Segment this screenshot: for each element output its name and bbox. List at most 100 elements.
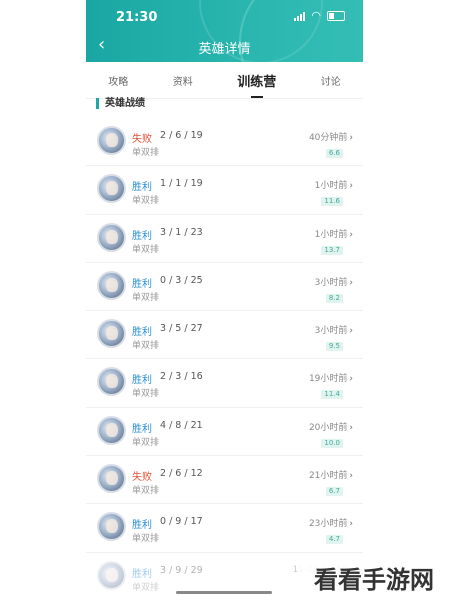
home-indicator <box>176 591 272 594</box>
header-bar: 21:30 ◠ ‹ 英雄详情 <box>86 0 363 114</box>
hero-avatar <box>97 560 126 590</box>
match-score-badge: 11.6 <box>321 197 343 207</box>
match-time-text: 3小时前 <box>314 277 348 288</box>
match-row[interactable]: 胜利 3 / 1 / 23 单双排 1小时前 › 13.7 <box>86 215 363 263</box>
wifi-icon: ◠ <box>311 9 321 22</box>
match-kda: 1 / 1 / 19 <box>160 178 203 190</box>
match-score-badge: 11.4 <box>321 390 343 400</box>
match-score-badge: 6.6 <box>325 149 343 158</box>
match-mode: 单双排 <box>132 196 160 207</box>
match-time: 19小时前 › <box>309 371 353 384</box>
match-time: 3小时前 › <box>315 275 353 288</box>
tab-bar: 攻略 资料 训练营 讨论 <box>86 62 363 99</box>
match-score-badge: 9.5 <box>325 342 343 352</box>
tab-info[interactable]: 资料 <box>167 73 199 88</box>
hero-avatar <box>97 415 126 445</box>
hero-avatar <box>97 270 126 300</box>
hero-avatar <box>97 367 126 397</box>
match-kda: 3 / 5 / 27 <box>160 323 203 335</box>
chevron-right-icon: › <box>349 277 353 288</box>
match-time-text: 1小时前 <box>314 181 348 192</box>
match-row[interactable]: 胜利 2 / 3 / 16 单双排 19小时前 › 11.4 <box>86 359 363 408</box>
match-score-badge: 6.7 <box>325 487 343 497</box>
match-time-text: 40分钟前 <box>308 133 348 143</box>
match-result: 胜利 <box>132 278 152 290</box>
match-row[interactable]: 失败 2 / 6 / 12 单双排 21小时前 › 6.7 <box>86 456 363 505</box>
match-result: 失败 <box>132 472 152 484</box>
match-kda: 3 / 9 / 29 <box>160 564 203 576</box>
match-score-badge: 4.7 <box>325 535 343 545</box>
chevron-right-icon: › <box>349 422 353 433</box>
match-score-badge: 8.2 <box>325 293 343 303</box>
match-kda: 2 / 6 / 19 <box>160 130 203 141</box>
match-mode: 单双排 <box>132 486 160 497</box>
match-mode: 单双排 <box>132 437 160 448</box>
match-result: 胜利 <box>132 230 152 242</box>
match-kda: 4 / 8 / 21 <box>160 419 203 431</box>
status-time: 21:30 <box>116 10 158 25</box>
match-result: 失败 <box>132 134 152 145</box>
match-mode: 单双排 <box>132 292 160 303</box>
hero-avatar <box>97 512 126 542</box>
match-time-text: 19小时前 <box>308 374 348 385</box>
match-result: 胜利 <box>132 375 152 387</box>
tab-training[interactable]: 训练营 <box>231 71 282 90</box>
match-mode: 单双排 <box>132 148 160 158</box>
chevron-right-icon: › <box>349 229 353 240</box>
page-title: 英雄详情 <box>198 42 251 57</box>
match-mode: 单双排 <box>132 534 160 545</box>
chevron-right-icon: › <box>349 519 353 530</box>
match-kda: 2 / 6 / 12 <box>160 468 203 480</box>
hero-avatar <box>97 222 126 252</box>
match-time: 23小时前 › <box>309 516 353 529</box>
match-time: 3小时前 › <box>315 323 353 336</box>
match-score-badge: 10.0 <box>321 438 343 448</box>
match-mode: 单双排 <box>132 341 160 352</box>
chevron-right-icon: › <box>349 471 353 482</box>
signal-icon <box>294 11 306 21</box>
match-list: 失败 2 / 6 / 19 单双排 40分钟前 › 6.6 胜利 1 / 1 / … <box>86 118 363 600</box>
match-time-text: 3小时前 <box>314 326 348 337</box>
match-kda: 3 / 1 / 23 <box>160 226 203 238</box>
match-time-text: 20小时前 <box>308 422 348 433</box>
match-result: 胜利 <box>132 520 152 532</box>
status-icons: ◠ <box>294 9 345 22</box>
hero-avatar <box>97 126 126 155</box>
tab-discussion[interactable]: 讨论 <box>315 73 347 88</box>
match-result: 胜利 <box>132 423 152 435</box>
chevron-right-icon: › <box>349 374 353 385</box>
match-mode: 单双排 <box>132 244 160 255</box>
phone-screen: 21:30 ◠ ‹ 英雄详情 攻略 资料 训练营 讨论 英雄战绩 失败 2 / … <box>86 0 363 600</box>
chevron-right-icon: › <box>349 133 353 143</box>
match-kda: 2 / 3 / 16 <box>160 371 203 383</box>
match-time: 20小时前 › <box>309 420 353 433</box>
chevron-right-icon: › <box>349 181 353 192</box>
match-result: 胜利 <box>132 327 152 339</box>
tab-guide[interactable]: 攻略 <box>102 73 134 88</box>
match-row[interactable]: 胜利 3 / 5 / 27 单双排 3小时前 › 9.5 <box>86 311 363 360</box>
match-time: 1小时前 › <box>315 178 353 191</box>
match-row[interactable]: 失败 2 / 6 / 19 单双排 40分钟前 › 6.6 <box>86 118 363 167</box>
hero-avatar <box>97 464 126 494</box>
match-time: 1小时前 › <box>315 227 353 240</box>
match-row[interactable]: 胜利 1 / 1 / 19 单双排 1小时前 › 11.6 <box>86 166 363 215</box>
match-score-badge: 13.7 <box>321 245 343 255</box>
match-result: 胜利 <box>132 568 152 580</box>
watermark: 看看手游网 <box>299 560 449 600</box>
chevron-right-icon: › <box>349 326 353 337</box>
hero-avatar <box>97 174 126 204</box>
match-mode: 单双排 <box>132 389 160 400</box>
match-time-text: 23小时前 <box>308 519 348 530</box>
section-title: 英雄战绩 <box>96 98 145 109</box>
match-time: 21小时前 › <box>309 468 353 481</box>
match-time-text: 21小时前 <box>308 471 348 482</box>
match-mode: 单双排 <box>132 582 160 593</box>
match-row[interactable]: 胜利 4 / 8 / 21 单双排 20小时前 › 10.0 <box>86 408 363 457</box>
match-kda: 0 / 3 / 25 <box>160 274 203 286</box>
match-result: 胜利 <box>132 182 152 194</box>
match-row[interactable]: 胜利 0 / 9 / 17 单双排 23小时前 › 4.7 <box>86 504 363 553</box>
match-row[interactable]: 胜利 0 / 3 / 25 单双排 3小时前 › 8.2 <box>86 263 363 312</box>
match-kda: 0 / 9 / 17 <box>160 516 203 528</box>
match-time-text: 1小时前 <box>314 229 348 240</box>
hero-avatar <box>97 319 126 349</box>
